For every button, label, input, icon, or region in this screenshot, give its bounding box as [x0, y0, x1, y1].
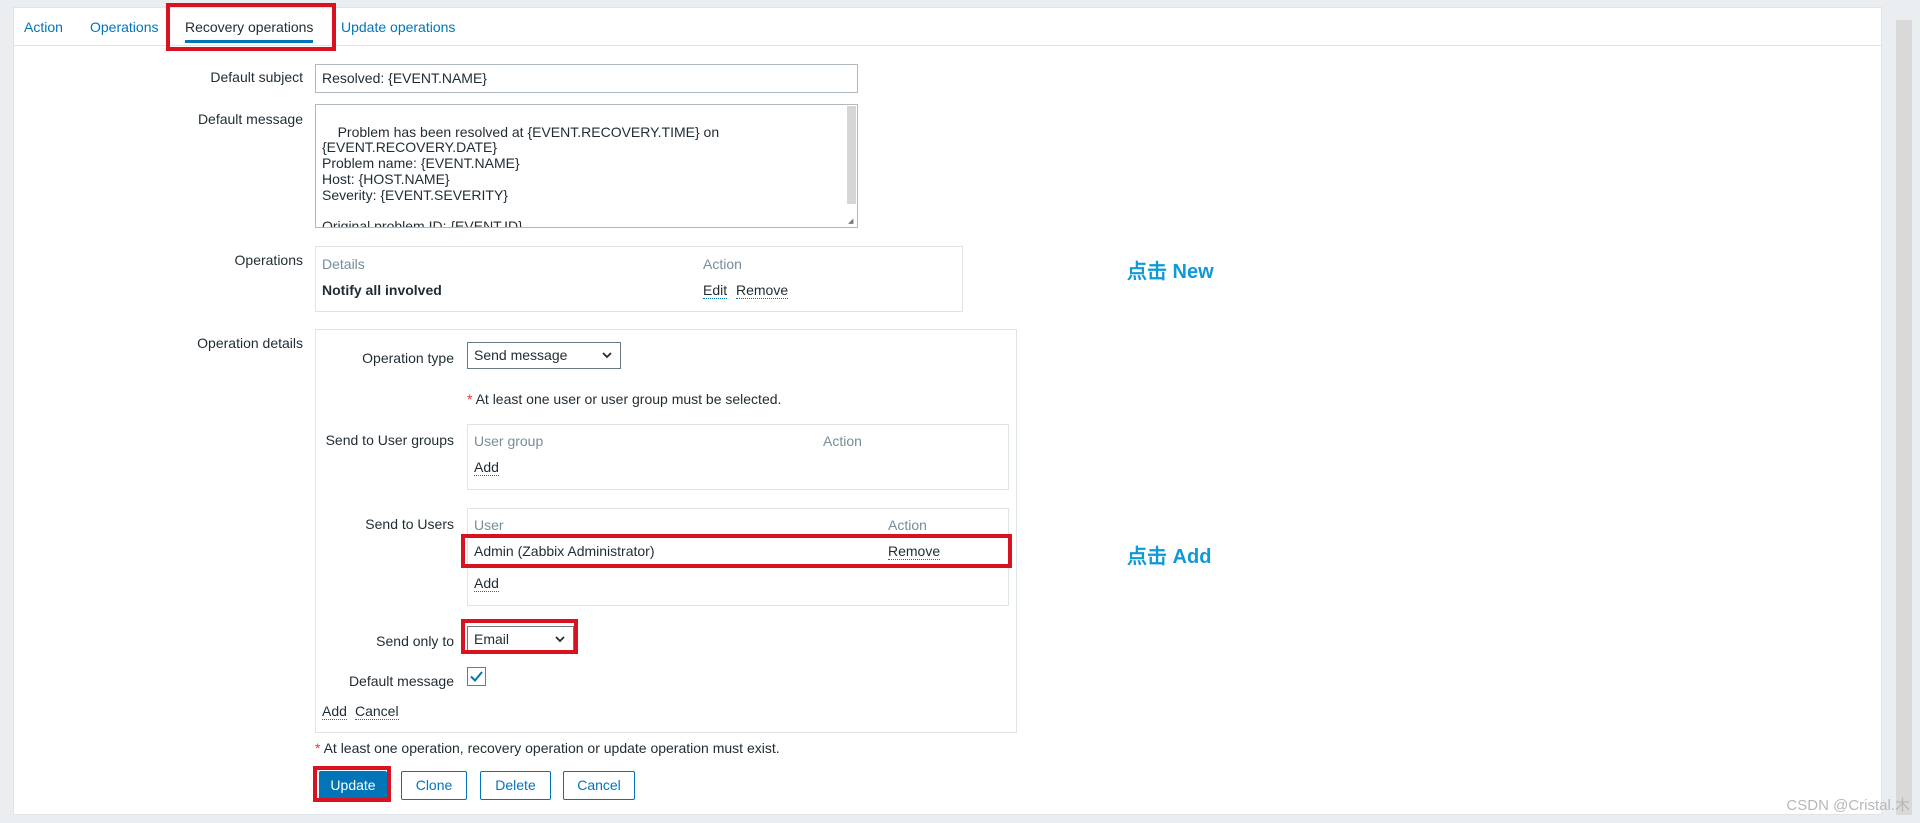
tab-update-operations[interactable]: Update operations [341, 8, 455, 46]
users-add-link[interactable]: Add [474, 575, 499, 592]
send-only-to-value: Email [474, 631, 510, 647]
operation-add-link[interactable]: Add [322, 703, 347, 720]
click-new-note: 点击 New [1127, 261, 1214, 283]
send-to-users-label: Send to Users [365, 516, 454, 532]
operation-type-value: Send message [474, 347, 568, 363]
default-subject-input[interactable]: Resolved: {EVENT.NAME} [315, 64, 858, 93]
default-message-textarea[interactable]: Problem has been resolved at {EVENT.RECO… [315, 104, 858, 228]
tab-recovery-operations[interactable]: Recovery operations [185, 8, 314, 46]
chevron-down-icon [555, 636, 565, 643]
send-to-user-groups-label: Send to User groups [325, 432, 454, 448]
send-only-to-label: Send only to [376, 633, 454, 649]
operations-header-action: Action [703, 256, 742, 272]
action-form-panel: Action Operations Recovery operations Up… [13, 7, 1882, 815]
tab-action[interactable]: Action [24, 8, 63, 46]
operation-type-label: Operation type [362, 350, 454, 366]
tab-operations[interactable]: Operations [90, 8, 158, 46]
required-star: * [467, 391, 473, 407]
user-groups-table: User group Action Add [467, 424, 1009, 490]
user-row-remove-link[interactable]: Remove [888, 543, 941, 560]
resize-grip-icon[interactable]: ◢ [848, 218, 856, 226]
operations-table: Details Action Notify all involved Edit … [315, 246, 963, 312]
user-groups-header-action: Action [823, 433, 862, 449]
default-message-checkbox[interactable] [467, 667, 486, 686]
textarea-scrollbar[interactable] [847, 106, 856, 204]
operation-type-select[interactable]: Send message [467, 342, 621, 369]
tab-bar: Action Operations Recovery operations Up… [14, 8, 1881, 46]
clone-button[interactable]: Clone [401, 771, 467, 800]
send-only-to-select[interactable]: Email [467, 626, 574, 653]
user-groups-header-group: User group [474, 433, 544, 449]
operation-details-box: Operation type Send message * At least o… [315, 329, 1017, 733]
users-header-action: Action [888, 517, 927, 533]
page-scrollbar[interactable] [1896, 20, 1912, 815]
operation-required-hint: * At least one operation, recovery opera… [315, 740, 780, 756]
user-row-name: Admin (Zabbix Administrator) [474, 543, 655, 559]
default-subject-label: Default subject [210, 69, 303, 85]
update-button[interactable]: Update [319, 771, 387, 800]
default-message-text: Problem has been resolved at {EVENT.RECO… [322, 123, 720, 228]
checkmark-icon [470, 671, 483, 682]
cancel-button[interactable]: Cancel [563, 771, 635, 800]
delete-button[interactable]: Delete [480, 771, 551, 800]
operation-details-label: Operation details [197, 335, 303, 351]
watermark-text: CSDN @Cristal.木 [1786, 797, 1910, 814]
operation-required-hint-text: At least one operation, recovery operati… [323, 740, 780, 756]
operations-header-details: Details [322, 256, 365, 272]
users-header-user: User [474, 517, 504, 533]
operation-cancel-link[interactable]: Cancel [355, 703, 399, 720]
operation-remove-link[interactable]: Remove [736, 282, 789, 299]
user-required-hint-text: At least one user or user group must be … [475, 391, 782, 407]
default-message-checkbox-label: Default message [348, 673, 454, 689]
user-required-hint: * At least one user or user group must b… [467, 391, 781, 407]
click-add-note: 点击 Add [1127, 546, 1212, 568]
user-groups-add-link[interactable]: Add [474, 459, 499, 476]
chevron-down-icon [602, 352, 612, 359]
operation-details-text: Notify all involved [322, 282, 442, 298]
operation-edit-link[interactable]: Edit [703, 282, 728, 299]
users-table: User Action Admin (Zabbix Administrator)… [467, 508, 1009, 606]
required-star: * [315, 740, 321, 756]
default-message-label: Default message [197, 111, 303, 127]
operations-label: Operations [234, 252, 303, 268]
